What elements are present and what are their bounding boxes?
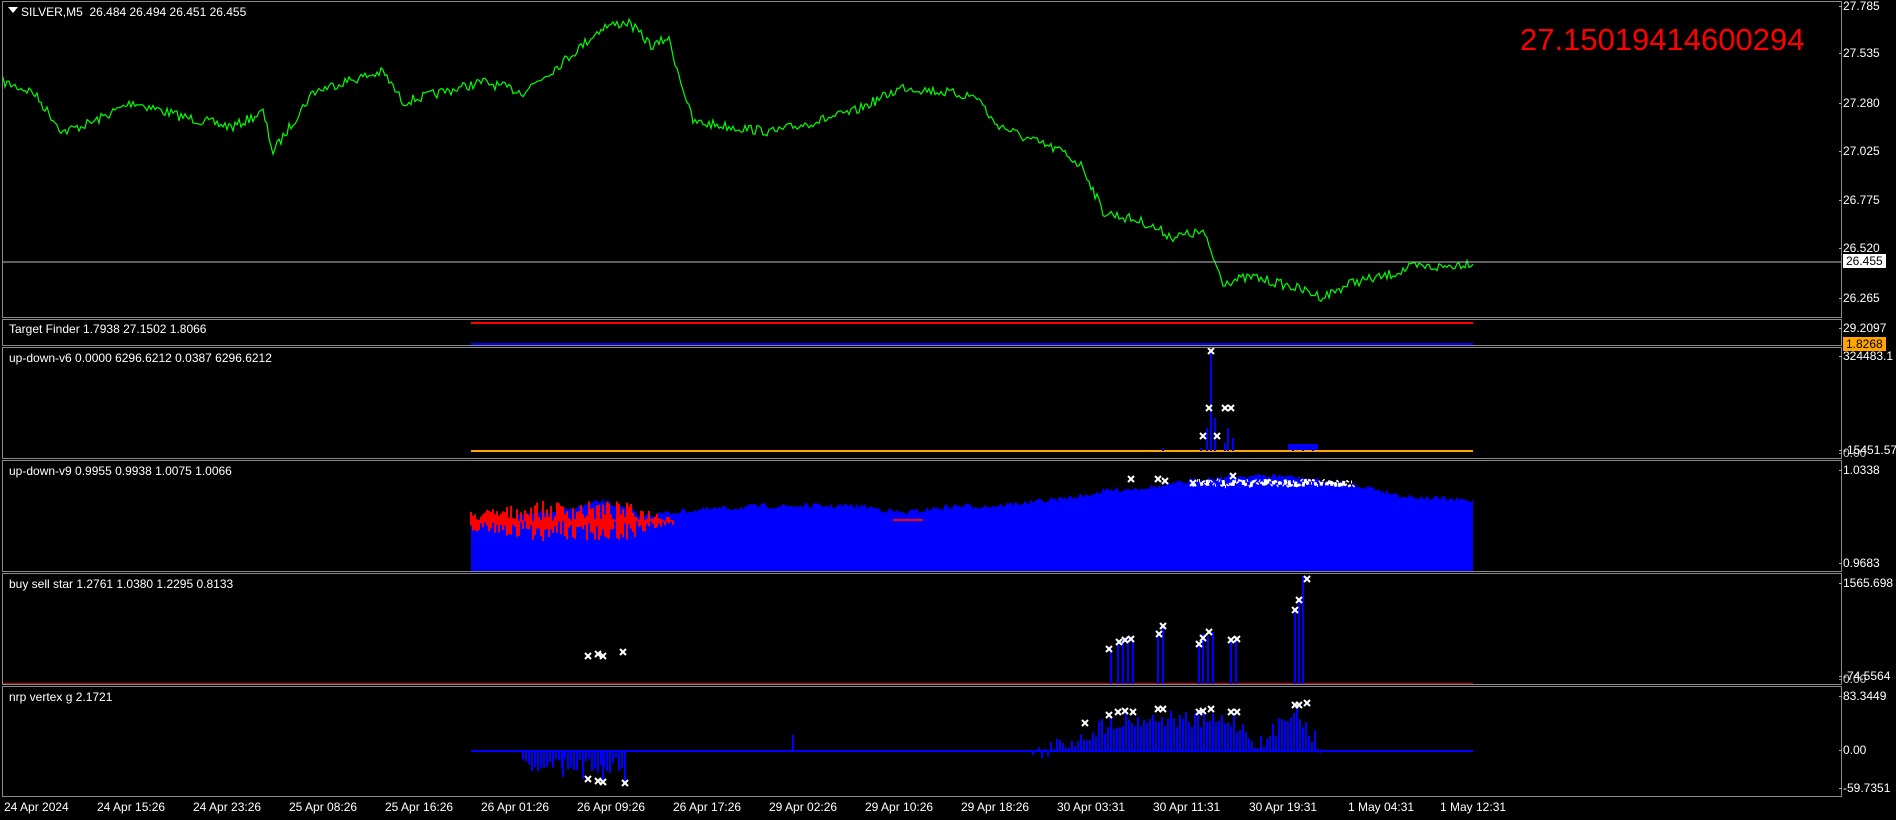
nrp-axis-top: 83.3449 [1838, 689, 1887, 703]
time-label: 26 Apr 01:26 [481, 800, 550, 814]
bss-axis-bottom-zero: 0.00 [1838, 672, 1867, 686]
v6-axis-top: 324483.1 [1838, 349, 1894, 363]
nrp-star-marker [1114, 708, 1122, 716]
axis-tick: 27.535 [1839, 46, 1880, 60]
nrp-vertex-title: nrp vertex g 2.1721 [9, 690, 113, 704]
up-down-v6-svg [471, 348, 1473, 452]
nrp-star-marker [584, 775, 592, 783]
up-down-v9-pane[interactable]: up-down-v9 0.9955 0.9938 1.0075 1.0066 [2, 460, 1842, 572]
current-price-badge: 26.455 [1843, 254, 1886, 268]
time-label: 25 Apr 08:26 [289, 800, 358, 814]
up-down-v9-svg [470, 472, 1473, 571]
time-label: 24 Apr 23:26 [193, 800, 262, 814]
chart-menu-arrow-icon[interactable] [8, 7, 18, 13]
time-axis[interactable]: 24 Apr 2024 24 Apr 15:26 24 Apr 23:26 25… [0, 797, 1843, 820]
time-label: 1 May 04:31 [1348, 800, 1415, 814]
bss-star-marker [1205, 628, 1213, 636]
up-down-v6-pane[interactable]: up-down-v6 0.0000 6296.6212 0.0387 6296.… [2, 347, 1842, 459]
nrp-vertex-pane[interactable]: nrp vertex g 2.1721 [2, 686, 1842, 797]
up-down-v6-title: up-down-v6 0.0000 6296.6212 0.0387 6296.… [9, 351, 272, 365]
price-axis[interactable]: 27.785 27.535 27.280 27.025 26.775 26.52… [1838, 0, 1896, 820]
time-label: 1 May 12:31 [1440, 800, 1507, 814]
axis-tick: 27.280 [1839, 96, 1880, 110]
axis-tick: 27.785 [1839, 0, 1880, 13]
axis-tick: 26.520 [1839, 241, 1880, 255]
v6-star-marker [1199, 432, 1207, 440]
axis-tick: 26.265 [1839, 291, 1880, 305]
price-line [3, 17, 1474, 303]
v6-axis-bottom-zero: 0.00 [1838, 446, 1867, 460]
target-finder-svg [471, 322, 1473, 345]
nrp-bars [522, 705, 1322, 782]
v9-star-marker [1154, 475, 1162, 483]
symbol-info: SILVER,M5 26.484 26.494 26.451 26.455 [21, 5, 247, 19]
target-finder-pane[interactable]: Target Finder 1.7938 27.1502 1.8066 [2, 319, 1842, 346]
nrp-star-marker [1121, 707, 1129, 715]
nrp-star-marker [1129, 708, 1137, 716]
nrp-star-marker [1105, 711, 1113, 719]
time-label: 29 Apr 10:26 [865, 800, 934, 814]
time-label: 24 Apr 15:26 [97, 800, 166, 814]
time-label: 30 Apr 19:31 [1249, 800, 1318, 814]
time-label: 26 Apr 09:26 [577, 800, 646, 814]
nrp-star-marker [1207, 705, 1215, 713]
v9-axis-top: 1.0338 [1839, 463, 1880, 477]
target-finder-title: Target Finder 1.7938 27.1502 1.8066 [9, 322, 207, 336]
time-label: 29 Apr 02:26 [769, 800, 838, 814]
nrp-vertex-svg [471, 699, 1473, 787]
time-label: 25 Apr 16:26 [385, 800, 454, 814]
time-label: 24 Apr 2024 [4, 800, 69, 814]
nrp-star-marker [1303, 699, 1311, 707]
nrp-axis-bottom: -59.7351 [1838, 781, 1891, 795]
target-finder-axis-top: 29.2097 [1838, 321, 1887, 335]
nrp-star-marker [1159, 705, 1167, 713]
v9-star-marker [1127, 475, 1135, 483]
up-down-v9-title: up-down-v9 0.9955 0.9938 1.0075 1.0066 [9, 464, 232, 478]
bss-star-marker [619, 648, 627, 656]
target-value-label: 27.15019414600294 [1520, 22, 1805, 57]
v9-star-marker [1161, 477, 1169, 485]
nrp-axis-mid: 0.00 [1838, 743, 1867, 757]
bss-star-marker [584, 652, 592, 660]
nrp-star-marker [1233, 708, 1241, 716]
time-label: 30 Apr 03:31 [1057, 800, 1126, 814]
v6-star-marker [1227, 404, 1235, 412]
time-label: 29 Apr 18:26 [961, 800, 1030, 814]
time-label: 30 Apr 11:31 [1153, 800, 1221, 814]
time-label: 26 Apr 17:26 [673, 800, 742, 814]
buy-sell-star-pane[interactable]: buy sell star 1.2761 1.0380 1.2295 0.813… [2, 573, 1842, 685]
v6-block [1288, 444, 1318, 450]
bss-star-marker [1303, 575, 1311, 583]
buy-sell-star-title: buy sell star 1.2761 1.0380 1.2295 0.813… [9, 577, 234, 591]
nrp-star-marker [1227, 708, 1235, 716]
bss-axis-top: 1565.698 [1838, 576, 1894, 590]
nrp-star-marker [1081, 719, 1089, 727]
v9-axis-bottom: 0.9683 [1839, 556, 1880, 570]
v6-star-marker [1221, 404, 1229, 412]
buy-sell-star-svg [3, 575, 1473, 684]
axis-tick: 26.775 [1839, 193, 1880, 207]
axis-tick: 27.025 [1839, 144, 1880, 158]
